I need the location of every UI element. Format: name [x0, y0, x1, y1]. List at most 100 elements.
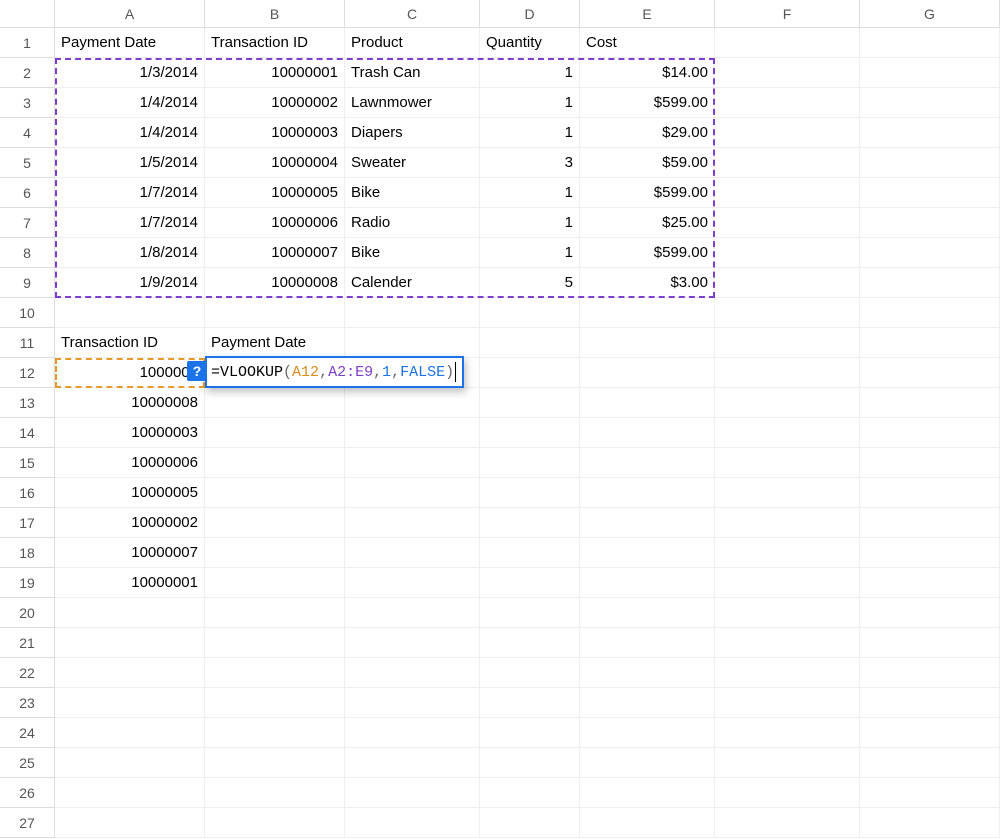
cell-B2[interactable]: 10000001	[205, 58, 345, 88]
cell-F10[interactable]	[715, 298, 860, 328]
cell-B25[interactable]	[205, 748, 345, 778]
cell-D25[interactable]	[480, 748, 580, 778]
cell-B24[interactable]	[205, 718, 345, 748]
select-all-corner[interactable]	[0, 0, 55, 28]
cell-C4[interactable]: Diapers	[345, 118, 480, 148]
cell-G9[interactable]	[860, 268, 1000, 298]
row-header-7[interactable]: 7	[0, 208, 55, 238]
row-header-17[interactable]: 17	[0, 508, 55, 538]
cell-D13[interactable]	[480, 388, 580, 418]
row-header-12[interactable]: 12	[0, 358, 55, 388]
row-header-4[interactable]: 4	[0, 118, 55, 148]
cell-G22[interactable]	[860, 658, 1000, 688]
cell-E17[interactable]	[580, 508, 715, 538]
cell-G12[interactable]	[860, 358, 1000, 388]
cell-B15[interactable]	[205, 448, 345, 478]
row-header-24[interactable]: 24	[0, 718, 55, 748]
row-header-20[interactable]: 20	[0, 598, 55, 628]
formula-help-icon[interactable]: ?	[187, 361, 207, 381]
cell-E1[interactable]: Cost	[580, 28, 715, 58]
col-header-A[interactable]: A	[55, 0, 205, 28]
cell-G27[interactable]	[860, 808, 1000, 838]
cell-E9[interactable]: $3.00	[580, 268, 715, 298]
cell-E18[interactable]	[580, 538, 715, 568]
cell-D3[interactable]: 1	[480, 88, 580, 118]
cell-G10[interactable]	[860, 298, 1000, 328]
cell-A13[interactable]: 10000008	[55, 388, 205, 418]
cell-C11[interactable]	[345, 328, 480, 358]
cell-F6[interactable]	[715, 178, 860, 208]
cell-E3[interactable]: $599.00	[580, 88, 715, 118]
cell-D10[interactable]	[480, 298, 580, 328]
cell-B26[interactable]	[205, 778, 345, 808]
cell-G21[interactable]	[860, 628, 1000, 658]
cell-C15[interactable]	[345, 448, 480, 478]
cell-B6[interactable]: 10000005	[205, 178, 345, 208]
cell-C21[interactable]	[345, 628, 480, 658]
cell-D14[interactable]	[480, 418, 580, 448]
cell-A20[interactable]	[55, 598, 205, 628]
cell-C8[interactable]: Bike	[345, 238, 480, 268]
row-header-21[interactable]: 21	[0, 628, 55, 658]
row-header-16[interactable]: 16	[0, 478, 55, 508]
cell-E2[interactable]: $14.00	[580, 58, 715, 88]
cell-G15[interactable]	[860, 448, 1000, 478]
cell-G7[interactable]	[860, 208, 1000, 238]
cell-B3[interactable]: 10000002	[205, 88, 345, 118]
cell-A3[interactable]: 1/4/2014	[55, 88, 205, 118]
cell-F11[interactable]	[715, 328, 860, 358]
cell-G13[interactable]	[860, 388, 1000, 418]
col-header-G[interactable]: G	[860, 0, 1000, 28]
row-header-11[interactable]: 11	[0, 328, 55, 358]
cell-F7[interactable]	[715, 208, 860, 238]
cell-D22[interactable]	[480, 658, 580, 688]
cell-G1[interactable]	[860, 28, 1000, 58]
cell-G23[interactable]	[860, 688, 1000, 718]
cell-F24[interactable]	[715, 718, 860, 748]
cell-F14[interactable]	[715, 418, 860, 448]
cell-E5[interactable]: $59.00	[580, 148, 715, 178]
cell-A12[interactable]: 1000000	[55, 358, 205, 388]
cell-D24[interactable]	[480, 718, 580, 748]
cell-B18[interactable]	[205, 538, 345, 568]
cell-A26[interactable]	[55, 778, 205, 808]
cell-F1[interactable]	[715, 28, 860, 58]
cell-F23[interactable]	[715, 688, 860, 718]
cell-A19[interactable]: 10000001	[55, 568, 205, 598]
cell-G5[interactable]	[860, 148, 1000, 178]
cell-E13[interactable]	[580, 388, 715, 418]
cell-A9[interactable]: 1/9/2014	[55, 268, 205, 298]
cell-B16[interactable]	[205, 478, 345, 508]
cell-E12[interactable]	[580, 358, 715, 388]
cell-D8[interactable]: 1	[480, 238, 580, 268]
cell-B27[interactable]	[205, 808, 345, 838]
cell-F17[interactable]	[715, 508, 860, 538]
cell-G19[interactable]	[860, 568, 1000, 598]
cell-E4[interactable]: $29.00	[580, 118, 715, 148]
row-header-2[interactable]: 2	[0, 58, 55, 88]
col-header-E[interactable]: E	[580, 0, 715, 28]
cell-G3[interactable]	[860, 88, 1000, 118]
cell-C10[interactable]	[345, 298, 480, 328]
row-header-5[interactable]: 5	[0, 148, 55, 178]
cell-A5[interactable]: 1/5/2014	[55, 148, 205, 178]
cell-F13[interactable]	[715, 388, 860, 418]
cell-D9[interactable]: 5	[480, 268, 580, 298]
cell-A1[interactable]: Payment Date	[55, 28, 205, 58]
cell-G26[interactable]	[860, 778, 1000, 808]
cell-F21[interactable]	[715, 628, 860, 658]
cell-B14[interactable]	[205, 418, 345, 448]
cell-A2[interactable]: 1/3/2014	[55, 58, 205, 88]
cell-B20[interactable]	[205, 598, 345, 628]
cell-B7[interactable]: 10000006	[205, 208, 345, 238]
cell-F20[interactable]	[715, 598, 860, 628]
cell-B23[interactable]	[205, 688, 345, 718]
cell-A17[interactable]: 10000002	[55, 508, 205, 538]
cell-G8[interactable]	[860, 238, 1000, 268]
cell-D7[interactable]: 1	[480, 208, 580, 238]
cell-F15[interactable]	[715, 448, 860, 478]
cell-A23[interactable]	[55, 688, 205, 718]
cell-E24[interactable]	[580, 718, 715, 748]
cell-A10[interactable]	[55, 298, 205, 328]
cell-C20[interactable]	[345, 598, 480, 628]
